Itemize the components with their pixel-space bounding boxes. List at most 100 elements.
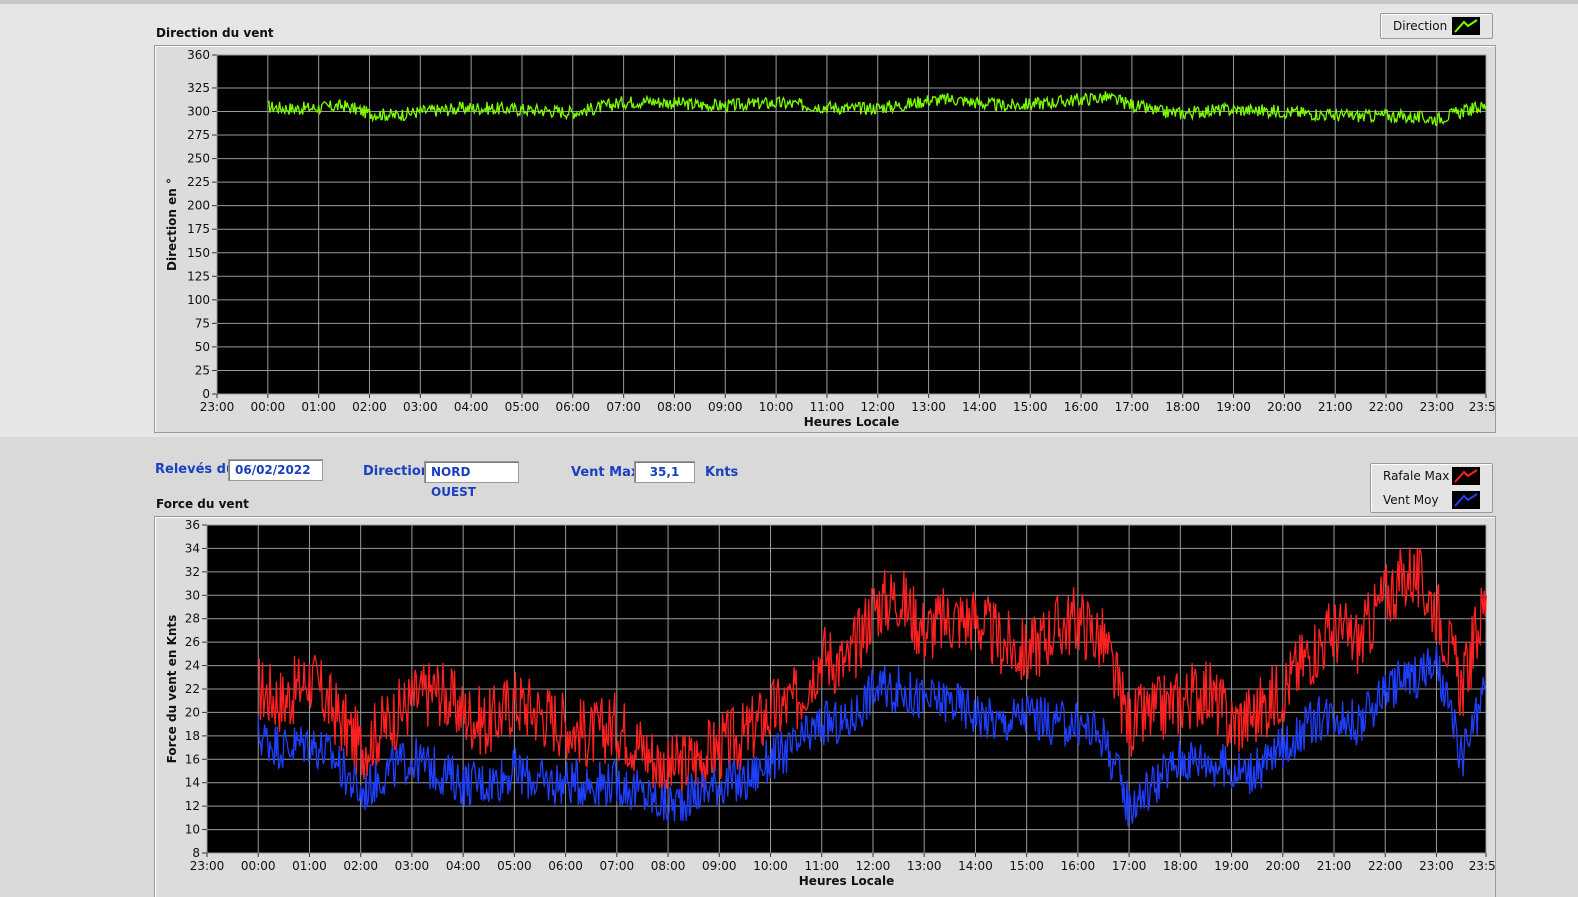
y-tick-label: 28 [185,612,200,626]
legend-label-rafale-max: Rafale Max [1383,469,1450,483]
line-swatch-icon [1452,17,1480,35]
y-tick-label: 200 [187,199,210,213]
y-tick-label: 24 [185,659,200,673]
x-tick-label: 22:00 [1368,859,1403,873]
x-tick-label: 16:00 [1061,859,1096,873]
x-tick-label: 14:00 [962,400,997,414]
vent-max-label: Vent Max [571,465,640,480]
x-tick-label: 12:00 [856,859,891,873]
x-tick-label: 20:00 [1267,400,1302,414]
y-tick-label: 75 [195,316,210,330]
x-tick-label: 03:00 [395,859,430,873]
y-tick-label: 26 [185,635,200,649]
x-tick-label: 17:00 [1115,400,1150,414]
y-tick-label: 0 [202,387,210,401]
y-tick-label: 125 [187,269,210,283]
x-tick-label: 14:00 [958,859,993,873]
legend-item-direction[interactable]: Direction [1381,14,1492,38]
y-tick-label: 325 [187,81,210,95]
y-tick-label: 14 [185,776,200,790]
direction-chart-title: Direction du vent [156,26,274,40]
x-tick-label: 04:00 [446,859,481,873]
x-tick-label: 15:00 [1009,859,1044,873]
x-tick-label: 21:00 [1318,400,1353,414]
x-tick-label: 00:00 [251,400,286,414]
x-tick-label: 18:00 [1165,400,1200,414]
x-tick-label: 02:00 [343,859,378,873]
x-tick-label: 06:00 [555,400,590,414]
x-tick-label: 23:00 [1420,400,1455,414]
x-tick-label: 10:00 [753,859,788,873]
x-tick-label: 02:00 [352,400,387,414]
x-tick-label: 23:58 [1469,400,1496,414]
y-tick-label: 175 [187,222,210,236]
y-tick-label: 25 [195,363,210,377]
y-tick-label: 150 [187,246,210,260]
legend-item-vent-moy[interactable]: Vent Moy [1371,488,1492,512]
y-tick-label: 300 [187,105,210,119]
x-tick-label: 01:00 [301,400,336,414]
x-tick-label: 13:00 [907,859,942,873]
x-tick-label: 05:00 [505,400,540,414]
y-tick-label: 100 [187,293,210,307]
x-tick-label: 01:00 [292,859,327,873]
x-tick-label: 03:00 [403,400,438,414]
x-tick-label: 06:00 [548,859,583,873]
x-axis-label: Heures Locale [804,415,899,429]
y-tick-label: 250 [187,152,210,166]
y-tick-label: 18 [185,729,200,743]
x-tick-label: 11:00 [810,400,845,414]
x-tick-label: 13:00 [911,400,946,414]
x-tick-label: 10:00 [759,400,794,414]
x-tick-label: 19:00 [1216,400,1251,414]
x-tick-label: 12:00 [860,400,895,414]
releves-date-field[interactable]: 06/02/2022 [228,459,323,481]
force-chart-title: Force du vent [156,497,249,511]
x-tick-label: 16:00 [1064,400,1099,414]
legend-label-direction: Direction [1393,19,1448,33]
y-tick-label: 36 [185,518,200,532]
line-swatch-icon [1452,491,1480,509]
y-tick-label: 30 [185,588,200,602]
y-axis-label: Force du vent en Knts [165,615,179,764]
legend-label-vent-moy: Vent Moy [1383,493,1439,507]
x-tick-label: 23:00 [1419,859,1454,873]
direction-label: Direction [363,464,431,479]
direction-field[interactable]: NORD OUEST [424,461,519,499]
x-tick-label: 18:00 [1163,859,1198,873]
x-tick-label: 08:00 [657,400,692,414]
vent-max-field[interactable]: 35,1 [634,461,695,483]
y-tick-label: 225 [187,175,210,189]
force-chart: 8 10 12 14 16 18 20 22 24 26 28 30 32 34 36 23:00 00:00 0… [165,518,1496,888]
y-tick-label: 50 [195,340,210,354]
y-axis-label: Direction en ° [165,178,179,271]
y-tick-label: 20 [185,705,200,719]
x-tick-label: 08:00 [651,859,686,873]
x-tick-label: 19:00 [1214,859,1249,873]
y-tick-label: 16 [185,752,200,766]
releves-label: Relevés du [155,462,236,477]
x-tick-label: 07:00 [600,859,635,873]
y-tick-label: 360 [187,48,210,62]
direction-chart: 0 25 50 75 100 125 150 175 200 225 250 275 300 325 360… [165,48,1496,429]
x-tick-label: 23:00 [200,400,235,414]
x-tick-label: 05:00 [497,859,532,873]
vent-max-unit: Knts [705,465,739,480]
x-tick-label: 15:00 [1013,400,1048,414]
y-tick-label: 10 [185,823,200,837]
y-tick-label: 275 [187,128,210,142]
x-tick-label: 09:00 [708,400,743,414]
line-swatch-icon [1452,467,1480,485]
direction-legend[interactable]: Direction [1380,13,1493,39]
y-tick-label: 32 [185,565,200,579]
y-tick-label: 34 [185,541,200,555]
y-tick-label: 8 [192,846,200,860]
x-tick-label: 04:00 [454,400,489,414]
x-tick-label: 20:00 [1265,859,1300,873]
y-tick-label: 12 [185,799,200,813]
legend-item-rafale-max[interactable]: Rafale Max [1371,464,1492,488]
x-tick-label: 11:00 [804,859,839,873]
x-tick-label: 23:00 [190,859,225,873]
x-tick-label: 23:58 [1469,859,1496,873]
force-legend[interactable]: Rafale Max Vent Moy [1370,463,1493,513]
